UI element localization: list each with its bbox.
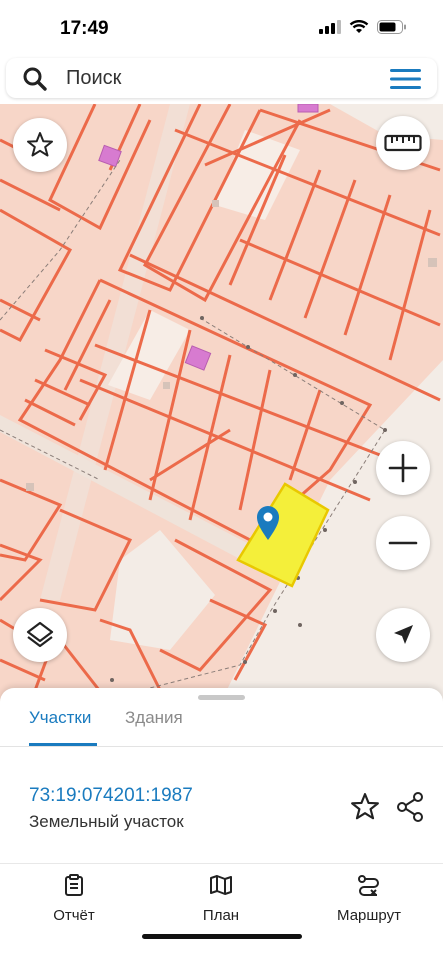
status-time: 17:49 — [60, 18, 109, 39]
nav-route[interactable]: Маршрут — [309, 874, 429, 924]
status-bar: 17:49 — [0, 0, 443, 56]
route-icon — [358, 875, 379, 896]
my-location-button[interactable] — [376, 608, 430, 662]
sheet-divider — [0, 863, 443, 864]
parcel-cadastral-number[interactable]: 73:19:074201:1987 — [29, 785, 193, 807]
status-icons — [319, 20, 407, 34]
minus-icon — [388, 541, 418, 545]
search-icon — [23, 67, 47, 91]
tab-parcels[interactable]: Участки — [29, 708, 91, 728]
zoom-in-button[interactable] — [376, 441, 430, 495]
tab-buildings[interactable]: Здания — [125, 708, 183, 728]
search-input[interactable]: Поиск — [66, 67, 121, 90]
plus-icon — [388, 453, 418, 483]
ruler-icon — [384, 134, 422, 152]
star-icon[interactable] — [350, 792, 380, 822]
nav-report-label: Отчёт — [53, 907, 95, 924]
star-icon — [27, 132, 53, 157]
cellular-signal-icon — [319, 20, 341, 34]
report-icon — [65, 874, 83, 896]
map-canvas[interactable] — [0, 104, 443, 704]
nav-report[interactable]: Отчёт — [14, 874, 134, 924]
share-icon[interactable] — [396, 792, 424, 822]
cadastral-map[interactable] — [0, 104, 443, 704]
nav-plan-label: План — [202, 907, 240, 924]
map-plan-icon — [210, 875, 232, 895]
layers-icon — [26, 621, 54, 648]
wifi-icon — [349, 20, 369, 33]
ruler-button[interactable] — [376, 116, 430, 170]
nav-plan[interactable]: План — [161, 874, 281, 924]
home-indicator — [142, 934, 302, 939]
zoom-out-button[interactable] — [376, 516, 430, 570]
nav-route-label: Маршрут — [337, 907, 401, 924]
parcel-type: Земельный участок — [29, 812, 184, 831]
favorites-button[interactable] — [13, 118, 67, 172]
layers-button[interactable] — [13, 608, 67, 662]
menu-icon[interactable] — [390, 68, 421, 90]
navigation-arrow-icon — [394, 625, 413, 644]
bottom-sheet[interactable]: Участки Здания 73:19:074201:1987 Земельн… — [0, 688, 443, 960]
battery-icon — [377, 20, 406, 34]
tab-bar: Участки Здания — [0, 698, 443, 747]
active-tab-indicator — [29, 743, 97, 746]
search-bar[interactable]: Поиск — [6, 58, 437, 98]
